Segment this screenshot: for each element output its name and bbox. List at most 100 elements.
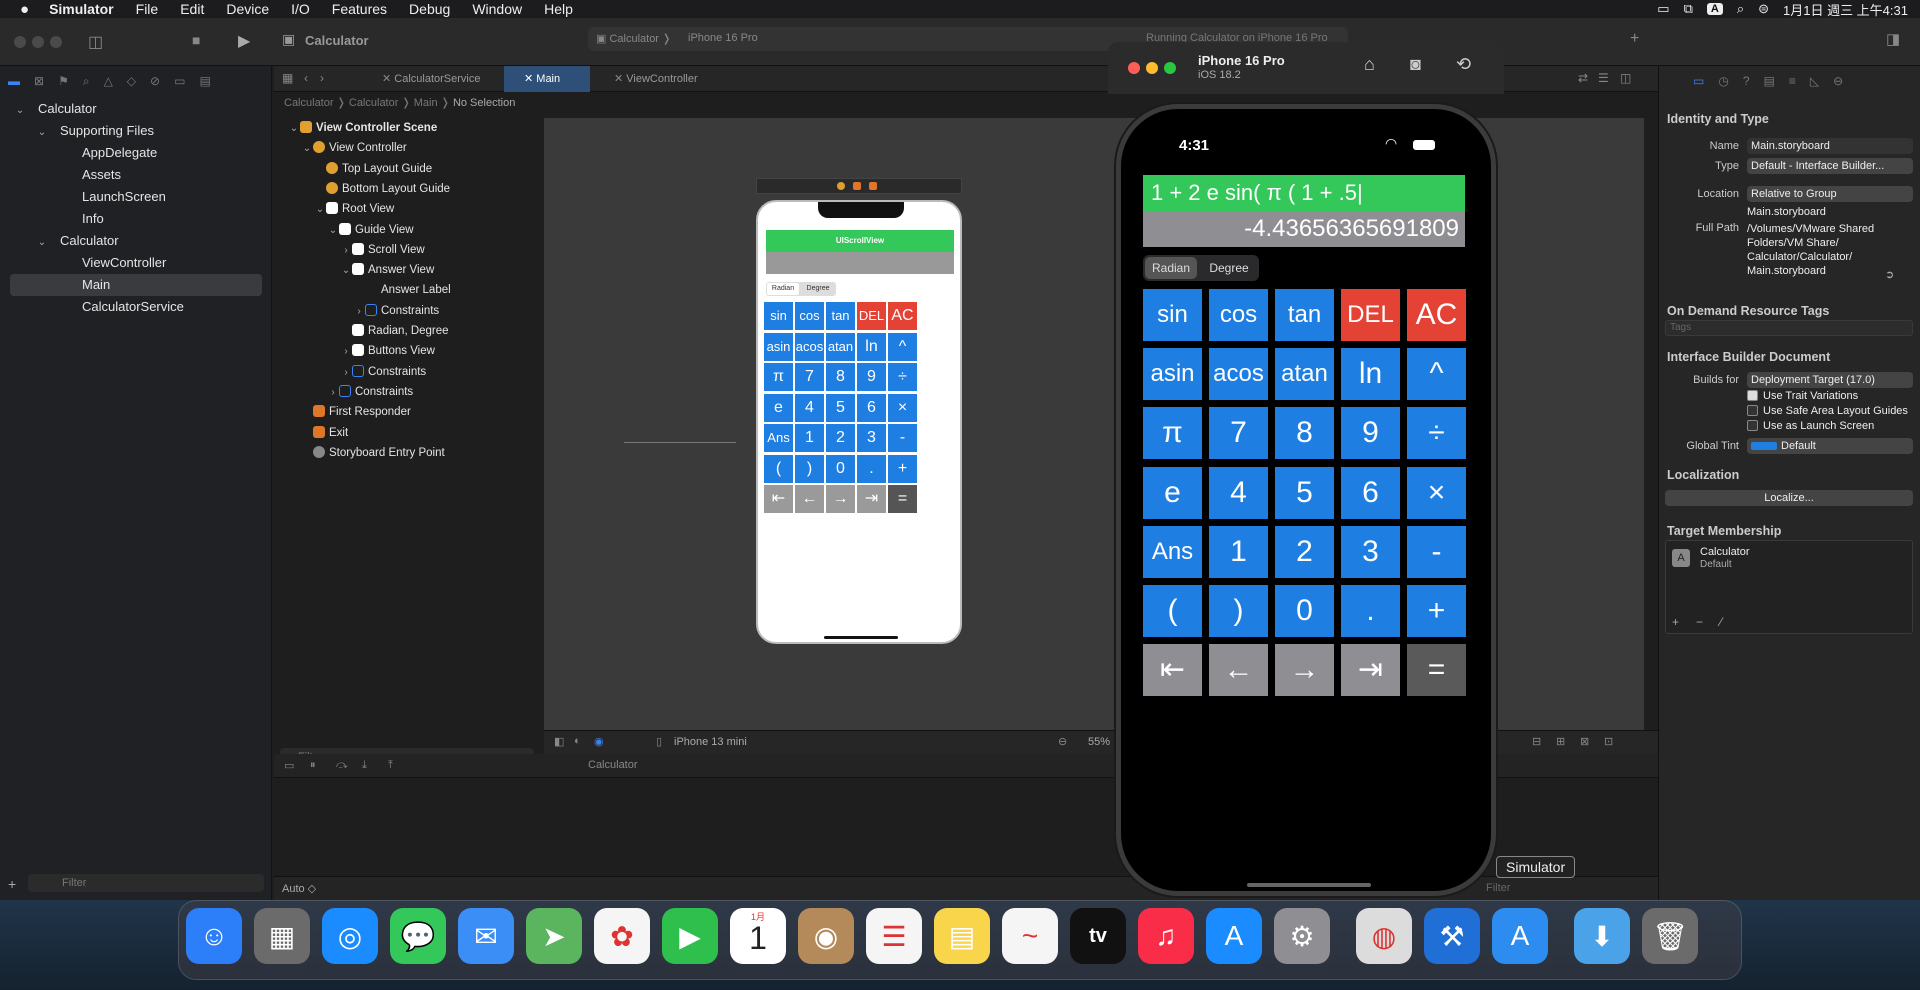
debug-target[interactable]: Calculator bbox=[588, 759, 638, 771]
source-control-icon[interactable]: ⊠ bbox=[34, 74, 44, 89]
outline-item[interactable]: Radian, Degree bbox=[340, 321, 449, 341]
help-icon[interactable]: ? bbox=[1743, 74, 1750, 88]
find-icon[interactable]: ⌕ bbox=[83, 74, 90, 89]
control-center-icon[interactable]: ⊜ bbox=[1758, 1, 1769, 17]
outline-item[interactable]: First Responder bbox=[301, 402, 411, 422]
storyboard-phone[interactable]: UIScrollView Radian Degree sin cos tan DEL A… bbox=[756, 200, 962, 644]
launchpad-app-icon[interactable]: ▦ bbox=[254, 908, 310, 964]
menu-features[interactable]: Features bbox=[332, 1, 387, 17]
segment-radian[interactable]: Radian bbox=[1145, 257, 1197, 279]
sb-calc-button[interactable]: ⇤ bbox=[764, 485, 793, 513]
step-in-icon[interactable]: ⤓ bbox=[362, 759, 367, 772]
breakpoint-icon[interactable]: ▭ bbox=[174, 74, 185, 89]
calc-button[interactable]: × bbox=[1407, 466, 1466, 519]
sb-calc-button[interactable]: Ans bbox=[764, 424, 793, 452]
xcode-app-icon[interactable]: ⚒ bbox=[1424, 908, 1480, 964]
scheme-selector[interactable]: ▣ Calculator ❭ bbox=[596, 32, 671, 45]
expression-display[interactable]: 1 + 2 e sin( π ( 1 + .5| bbox=[1143, 175, 1465, 211]
menu-io[interactable]: I/O bbox=[291, 1, 310, 17]
sb-calc-button[interactable]: DEL bbox=[857, 302, 886, 330]
inspector-toggle-icon[interactable]: ◨ bbox=[1886, 30, 1900, 48]
outline-item[interactable]: › Buttons View bbox=[340, 341, 435, 361]
localize-button[interactable]: Localize... bbox=[1665, 490, 1913, 506]
sb-segment-degree[interactable]: Degree bbox=[802, 283, 834, 295]
outline-item[interactable]: ⌄ View Controller bbox=[301, 138, 407, 158]
global-tint-popup[interactable]: Default bbox=[1747, 438, 1913, 454]
sb-calc-button[interactable]: 2 bbox=[826, 424, 855, 452]
reminders-app-icon[interactable]: ☰ bbox=[866, 908, 922, 964]
calc-button[interactable]: 7 bbox=[1209, 407, 1268, 460]
sb-calc-button[interactable]: × bbox=[888, 393, 917, 422]
outline-toggle-icon[interactable]: ◧ bbox=[554, 735, 564, 748]
auto-selector[interactable]: Auto ◇ bbox=[282, 882, 316, 895]
navigator-item[interactable]: Assets bbox=[0, 164, 272, 186]
calc-button[interactable]: - bbox=[1407, 525, 1466, 578]
calc-button[interactable]: asin bbox=[1143, 348, 1202, 401]
navigator-filter[interactable]: Filter bbox=[28, 874, 264, 892]
sb-calc-button[interactable]: sin bbox=[764, 302, 793, 330]
debug-icon[interactable]: ⊘ bbox=[150, 74, 160, 89]
device-selector[interactable]: iPhone 16 Pro bbox=[688, 32, 758, 44]
sb-calc-button[interactable]: ^ bbox=[888, 332, 917, 361]
window-minimize-button[interactable] bbox=[32, 36, 44, 48]
sb-calc-button[interactable]: 0 bbox=[826, 454, 855, 483]
sb-calc-button[interactable]: atan bbox=[826, 332, 855, 361]
notes-app-icon[interactable]: ▤ bbox=[934, 908, 990, 964]
trait-variations-checkbox[interactable]: Use Trait Variations bbox=[1747, 390, 1858, 402]
disclosure-icon[interactable]: › bbox=[327, 383, 339, 403]
outline-item[interactable]: ⌄ Guide View bbox=[327, 220, 414, 240]
type-popup[interactable]: Default - Interface Builder... bbox=[1747, 158, 1913, 174]
jump-file[interactable]: Main bbox=[414, 97, 438, 109]
sb-calc-button[interactable]: = bbox=[888, 485, 917, 513]
rotate-icon[interactable]: ⟲ bbox=[1456, 54, 1471, 75]
display-icon[interactable]: ▭ bbox=[1657, 1, 1669, 17]
sb-calc-button[interactable]: 3 bbox=[857, 424, 886, 452]
calc-button[interactable]: atan bbox=[1275, 348, 1334, 401]
hide-debug-icon[interactable]: ▭ bbox=[284, 759, 294, 772]
disclosure-icon[interactable]: ⌄ bbox=[36, 122, 48, 144]
menu-help[interactable]: Help bbox=[544, 1, 573, 17]
sidebar-toggle-icon[interactable]: ◫ bbox=[88, 32, 103, 52]
search-icon[interactable]: ⌕ bbox=[1737, 1, 1744, 17]
finder-app-icon[interactable]: ☺ bbox=[186, 908, 242, 964]
test-icon[interactable]: ◇ bbox=[127, 74, 136, 89]
outline-item[interactable]: ⌄ View Controller Scene bbox=[288, 118, 437, 138]
disclosure-icon[interactable]: ⌄ bbox=[14, 100, 26, 122]
contacts-app-icon[interactable]: ◉ bbox=[798, 908, 854, 964]
downloads-app-icon[interactable]: ⬇ bbox=[1574, 908, 1630, 964]
navigator-item[interactable]: Info bbox=[0, 208, 272, 230]
forward-icon[interactable]: › bbox=[320, 71, 324, 85]
calc-button[interactable]: 9 bbox=[1341, 407, 1400, 460]
sb-calc-button[interactable]: ln bbox=[857, 332, 886, 361]
edit-target-icon[interactable]: ⁄ bbox=[1720, 615, 1722, 629]
sb-calc-button[interactable]: 9 bbox=[857, 363, 886, 391]
step-out-icon[interactable]: ⤒ bbox=[388, 759, 393, 772]
sb-calc-button[interactable]: → bbox=[826, 485, 855, 513]
attributes-icon[interactable]: ≡ bbox=[1789, 74, 1796, 88]
navigator-item[interactable]: LaunchScreen bbox=[0, 186, 272, 208]
menu-device[interactable]: Device bbox=[226, 1, 269, 17]
sb-calc-button[interactable]: ÷ bbox=[888, 363, 917, 391]
maps-app-icon[interactable]: ➤ bbox=[526, 908, 582, 964]
simulator-app-icon[interactable]: A bbox=[1492, 908, 1548, 964]
segment-degree[interactable]: Degree bbox=[1201, 257, 1257, 279]
calc-button[interactable]: ) bbox=[1209, 585, 1268, 637]
calc-button[interactable]: ( bbox=[1143, 585, 1202, 637]
calc-button[interactable]: 8 bbox=[1275, 407, 1334, 460]
calc-button[interactable]: π bbox=[1143, 407, 1202, 460]
calc-button[interactable]: ← bbox=[1209, 644, 1268, 697]
add-file-icon[interactable]: + bbox=[8, 876, 16, 892]
device-config-icon[interactable]: ◉ bbox=[594, 735, 604, 748]
calc-button[interactable]: 4 bbox=[1209, 466, 1268, 519]
calc-button[interactable]: cos bbox=[1209, 289, 1268, 341]
add-target-icon[interactable]: + bbox=[1672, 615, 1679, 629]
calc-button[interactable]: → bbox=[1275, 644, 1334, 697]
sb-calc-button[interactable]: ( bbox=[764, 454, 793, 483]
outline-item[interactable]: ⌄ Root View bbox=[314, 199, 394, 219]
sb-calc-button[interactable]: 4 bbox=[795, 393, 824, 422]
disclosure-icon[interactable]: ⌄ bbox=[36, 232, 48, 254]
sim-zoom-button[interactable] bbox=[1164, 62, 1176, 74]
calc-button[interactable]: 5 bbox=[1275, 466, 1334, 519]
sb-calc-button[interactable]: . bbox=[857, 454, 886, 483]
sb-calc-button[interactable]: 6 bbox=[857, 393, 886, 422]
